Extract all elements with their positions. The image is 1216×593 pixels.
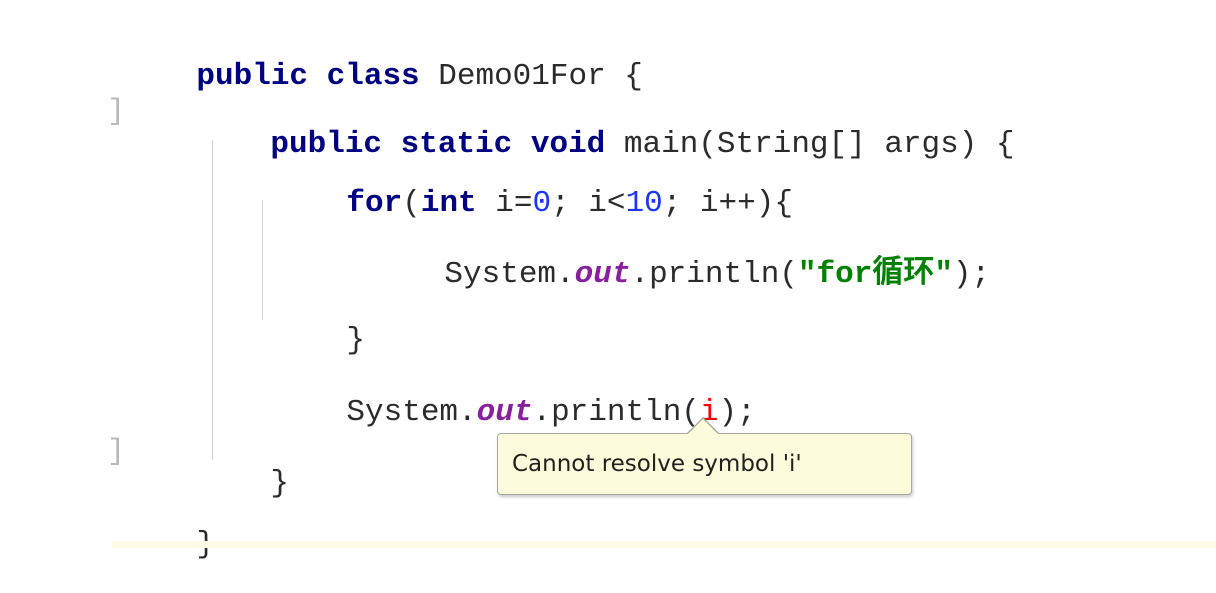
token-keyword-int: int <box>420 186 477 221</box>
error-tooltip-message: Cannot resolve symbol 'i' <box>512 451 802 477</box>
token-system: System. <box>444 257 575 292</box>
token-field-out: out <box>476 395 533 430</box>
token-increment: ; i++){ <box>662 186 793 221</box>
token-string-literal: "for循环" <box>797 257 953 292</box>
token-paren-open: ( <box>402 186 421 221</box>
token-number-zero: 0 <box>532 186 552 221</box>
token-println-call: .println( <box>532 395 700 430</box>
code-line-println-string[interactable]: System.out.println("for循环"); <box>370 228 990 321</box>
token-keyword-for: for <box>346 186 403 221</box>
token-println-call: .println( <box>630 257 798 292</box>
token-condition: ; i< <box>551 186 626 221</box>
error-tooltip: Cannot resolve symbol 'i' <box>497 433 912 495</box>
bottom-highlight-band <box>112 541 1216 548</box>
code-editor-surface[interactable]: ] ] public class Demo01For { public stat… <box>0 0 1216 560</box>
token-closing-brace: } <box>346 323 366 358</box>
indent-guide-level-2 <box>262 200 263 320</box>
token-plain: Demo01For { <box>438 59 643 94</box>
token-field-out: out <box>574 257 631 292</box>
token-var-init: i= <box>476 186 533 221</box>
fold-marker-method-end-icon[interactable]: ] <box>107 437 125 467</box>
token-statement-end: ); <box>952 257 991 292</box>
token-statement-end: ); <box>718 395 756 430</box>
token-number-ten: 10 <box>625 186 663 221</box>
token-system: System. <box>346 395 477 430</box>
token-keyword: public class <box>196 59 439 94</box>
tooltip-pointer-seam <box>690 432 716 435</box>
token-closing-brace: } <box>270 466 290 501</box>
